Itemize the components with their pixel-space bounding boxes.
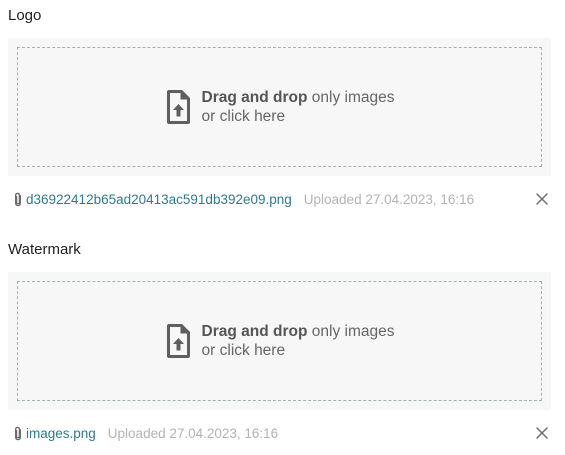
watermark-dropzone-line2: or click here bbox=[201, 342, 286, 359]
logo-uploaded-timestamp: Uploaded 27.04.2023, 16:16 bbox=[303, 191, 475, 207]
file-upload-icon bbox=[166, 90, 190, 124]
watermark-section-title: Watermark bbox=[8, 241, 81, 258]
logo-dropzone-line2: or click here bbox=[201, 108, 286, 125]
logo-dropzone[interactable]: Drag and drop only images or click here bbox=[17, 47, 542, 167]
close-icon[interactable] bbox=[535, 192, 549, 206]
logo-dropzone-rest-text: only images bbox=[307, 89, 395, 106]
logo-dropzone-bold-text: Drag and drop bbox=[201, 89, 308, 106]
paperclip-icon bbox=[15, 192, 21, 206]
watermark-section: Watermark Drag and drop only images or c… bbox=[8, 234, 551, 449]
logo-dropzone-content: Drag and drop only images or click here bbox=[18, 88, 541, 126]
watermark-file-link[interactable]: images.png bbox=[26, 426, 96, 441]
logo-section-title: Logo bbox=[8, 7, 42, 24]
logo-file-link[interactable]: d36922412b65ad20413ac591db392e09.png bbox=[26, 192, 292, 207]
close-icon[interactable] bbox=[535, 426, 549, 440]
watermark-dropzone-text: Drag and drop only images or click here bbox=[202, 322, 395, 360]
file-upload-icon bbox=[166, 324, 190, 358]
watermark-dropzone[interactable]: Drag and drop only images or click here bbox=[17, 281, 542, 401]
logo-file-row: d36922412b65ad20413ac591db392e09.png Upl… bbox=[8, 189, 551, 209]
paperclip-icon bbox=[15, 426, 21, 440]
watermark-dropzone-container: Drag and drop only images or click here bbox=[8, 272, 551, 410]
logo-dropzone-container: Drag and drop only images or click here bbox=[8, 38, 551, 176]
watermark-file-row: images.png Uploaded 27.04.2023, 16:16 bbox=[8, 423, 551, 443]
watermark-dropzone-bold-text: Drag and drop bbox=[201, 323, 308, 340]
logo-dropzone-text: Drag and drop only images or click here bbox=[202, 88, 395, 126]
watermark-dropzone-rest-text: only images bbox=[307, 323, 395, 340]
watermark-dropzone-content: Drag and drop only images or click here bbox=[18, 322, 541, 360]
logo-section: Logo Drag and drop only images or click … bbox=[8, 0, 551, 215]
watermark-uploaded-timestamp: Uploaded 27.04.2023, 16:16 bbox=[107, 425, 279, 441]
